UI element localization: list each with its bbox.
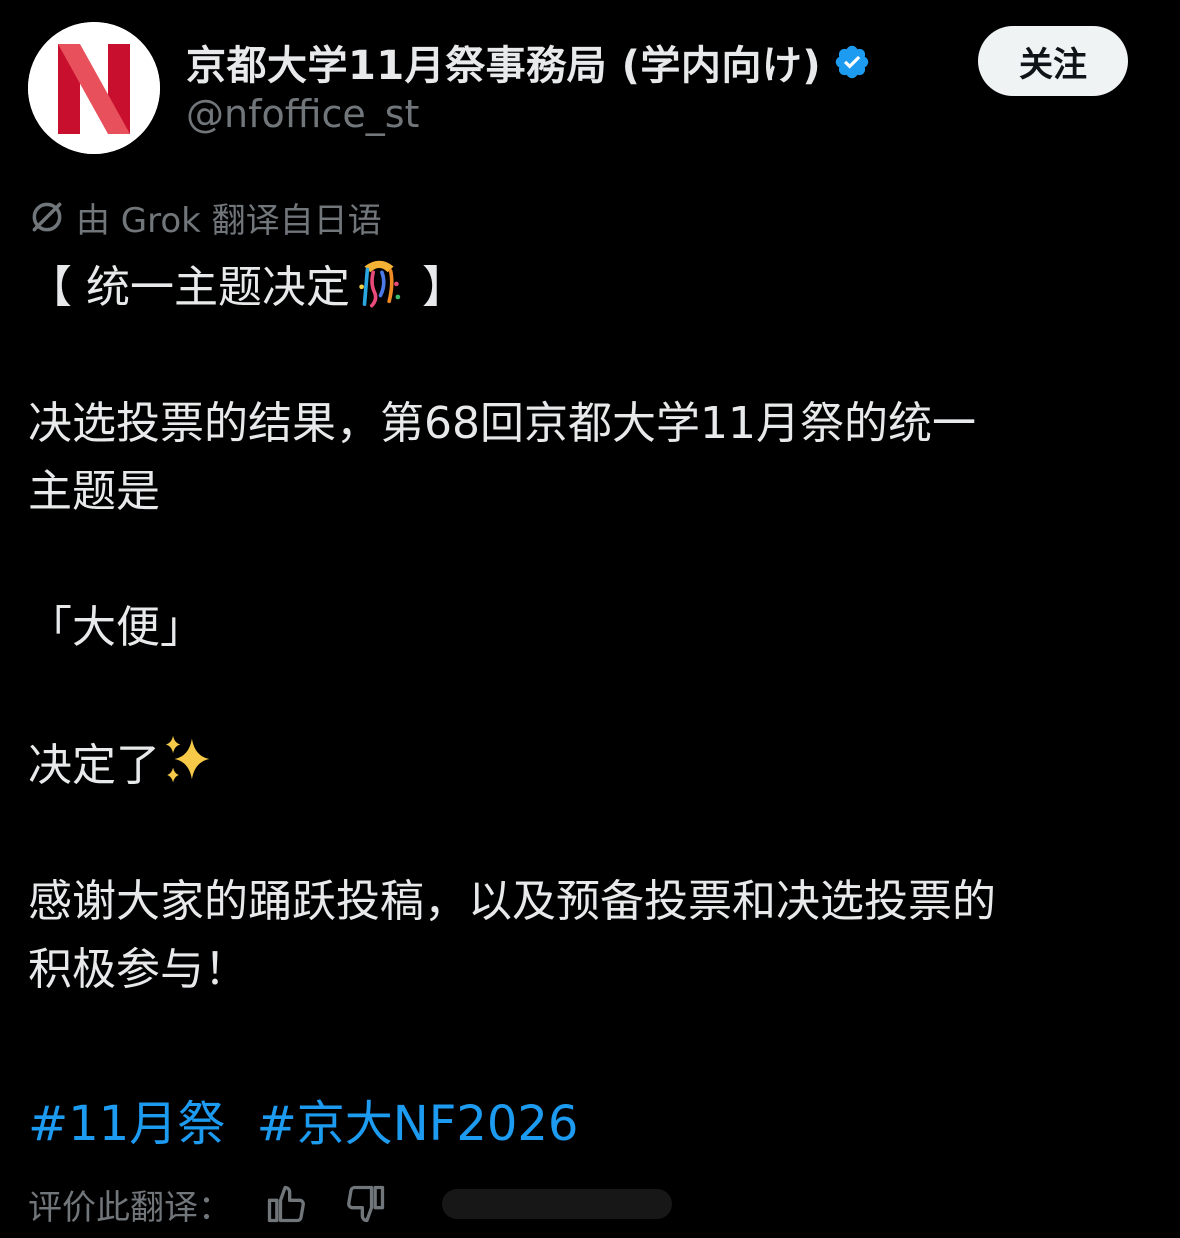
post-line: 【 统一主题决定 】 (28, 252, 1158, 322)
post-line: 主题是 (28, 466, 160, 517)
thumbs-up-icon (267, 1185, 305, 1223)
thumbs-down-button[interactable] (340, 1178, 392, 1230)
post-line: 积极参与！ (28, 944, 248, 995)
thumbs-down-icon (347, 1185, 385, 1223)
post-heading-end: 】 (408, 262, 466, 313)
obscured-area (442, 1189, 672, 1219)
translation-notice-text: 由 Grok 翻译自日语 (76, 200, 382, 241)
rate-translation-label: 评价此翻译： (28, 1187, 232, 1228)
post-line: 感谢大家的踊跃投稿，以及预备投票和决选投票的 (28, 876, 996, 927)
hashtag-link[interactable]: #京大NF2026 (257, 1096, 579, 1152)
post-body: 【 统一主题决定 】 决选投票的结果，第68回京都大学11月祭的统一 主题是 「… (28, 252, 1158, 1004)
follow-button[interactable]: 关注 (978, 26, 1128, 96)
hashtag-link[interactable]: #11月祭 (28, 1096, 225, 1152)
author-name-row: 京都大学11月祭事務局 (学内向け) (186, 33, 871, 91)
thumbs-up-button[interactable] (260, 1178, 312, 1230)
avatar[interactable] (28, 22, 160, 154)
grok-slash-icon (32, 202, 62, 232)
post-line: 决定了 (28, 730, 1158, 800)
sparkles-emoji-icon (165, 735, 210, 783)
rate-translation-row: 评价此翻译： (28, 1176, 672, 1232)
verified-badge-icon (835, 45, 869, 79)
translation-notice[interactable]: 由 Grok 翻译自日语 (28, 194, 382, 241)
post-line: 「大便」 (28, 602, 204, 653)
author-handle[interactable]: @nfoffice_st (186, 92, 419, 136)
author-display-name[interactable]: 京都大学11月祭事務局 (学内向け) (186, 33, 821, 91)
post-decided-text: 决定了 (28, 740, 160, 791)
post-line: 决选投票的结果，第68回京都大学11月祭的统一 (28, 398, 976, 449)
netflix-n-logo-icon (28, 22, 160, 154)
post-heading: 【 统一主题决定 (28, 262, 350, 313)
hashtag-row: #11月祭 #京大NF2026 (28, 1090, 594, 1158)
party-popper-emoji-icon (359, 260, 401, 308)
